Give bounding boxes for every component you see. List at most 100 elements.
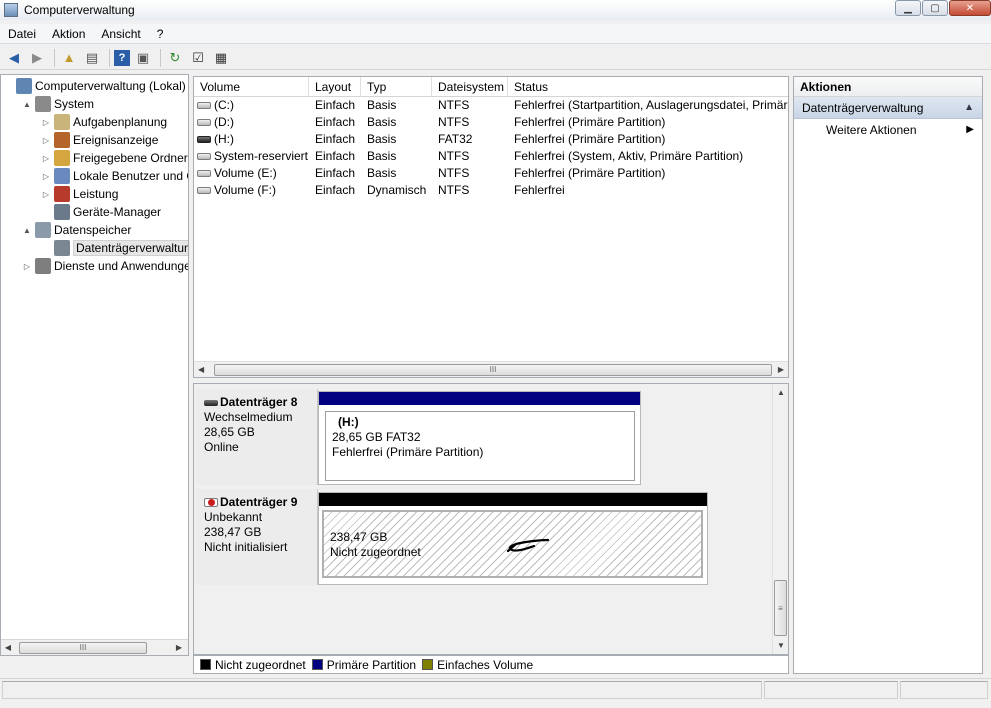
scroll-left-icon[interactable]: ◀ [198, 365, 204, 374]
table-row[interactable]: (H:) Einfach Basis FAT32 Fehlerfrei (Primäre… [194, 131, 788, 148]
column-header-layout[interactable]: Layout [309, 77, 361, 97]
cell-text: Einfach [315, 98, 356, 112]
tree-item[interactable]: ▲ System [22, 95, 94, 113]
clock-icon [54, 114, 70, 130]
tree-item[interactable]: Geräte-Manager [41, 203, 161, 221]
collapse-up-icon[interactable]: ▲ [964, 97, 974, 119]
legend-swatch [200, 659, 211, 670]
disk-pane-vertical-scrollbar[interactable]: ▲ ≡ ▼ [772, 384, 788, 654]
menu-help[interactable]: ? [149, 24, 172, 44]
table-row[interactable]: Volume (E:) Einfach Basis NTFS Fehlerfrei (P… [194, 165, 788, 182]
expand-icon[interactable]: ▷ [41, 190, 51, 199]
up-folder-icon[interactable]: ▲ [59, 48, 79, 68]
collapse-icon[interactable]: ▲ [22, 226, 32, 235]
drive-icon [197, 153, 211, 161]
disk-name: Datenträger 9 [220, 495, 298, 509]
expand-icon[interactable]: ▷ [41, 172, 51, 181]
cell-text: NTFS [438, 149, 470, 163]
show-action-pane-icon[interactable]: ▣ [133, 48, 153, 68]
action-weitere-aktionen[interactable]: Weitere Aktionen ▶ [794, 119, 982, 141]
menu-aktion[interactable]: Aktion [44, 24, 93, 44]
users-icon [54, 168, 70, 184]
collapse-icon[interactable]: ▲ [22, 100, 32, 109]
tree-item[interactable]: ▷ Dienste und Anwendungen [22, 257, 188, 275]
scroll-thumb[interactable]: III [19, 642, 147, 654]
refresh-icon[interactable]: ↻ [165, 48, 185, 68]
cell-text: NTFS [438, 166, 470, 180]
minimize-button[interactable]: ▁ [895, 0, 921, 16]
tree-item[interactable]: Computerverwaltung (Lokal) [3, 77, 186, 95]
legend: Nicht zugeordnet Primäre Partition Einfa… [193, 655, 789, 674]
tree-item[interactable]: ▷ Leistung [41, 185, 118, 203]
expand-icon[interactable]: ▷ [22, 262, 32, 271]
performance-icon [54, 186, 70, 202]
disk-kind: Unbekannt [204, 510, 263, 524]
cell-volume: Volume (E:) [194, 165, 309, 182]
close-button[interactable]: ✕ [949, 0, 991, 16]
partition-unallocated[interactable]: 238,47 GB Nicht zugeordnet [322, 510, 703, 578]
table-row[interactable]: (D:) Einfach Basis NTFS Fehlerfrei (Primäre … [194, 114, 788, 131]
scroll-down-icon[interactable]: ▼ [777, 641, 785, 650]
tree-item-label: Aufgabenplanung [73, 115, 168, 129]
tree-item[interactable]: ▷ Aufgabenplanung [41, 113, 167, 131]
removable-disk-icon [204, 399, 218, 406]
tree-item[interactable]: ▲ Datenspeicher [22, 221, 131, 239]
show-hide-tree-icon[interactable]: ▤ [82, 48, 102, 68]
tree-item[interactable]: ▷ Freigegebene Ordner [41, 149, 188, 167]
help-icon[interactable]: ? [114, 49, 130, 66]
disk-kind: Wechselmedium [204, 410, 293, 424]
scroll-left-icon[interactable]: ◀ [1, 643, 15, 652]
tree-item[interactable]: ▷ Ereignisanzeige [41, 131, 158, 149]
scroll-right-icon[interactable]: ▶ [172, 643, 186, 652]
disk-state: Nicht initialisiert [204, 540, 288, 554]
scroll-thumb[interactable]: ≡ [774, 580, 787, 636]
expand-icon[interactable]: ▷ [41, 136, 51, 145]
column-header-status[interactable]: Status [508, 77, 788, 97]
cell-layout: Einfach [309, 97, 361, 114]
table-row[interactable]: (C:) Einfach Basis NTFS Fehlerfrei (Startpar… [194, 97, 788, 114]
disk-settings-icon[interactable]: ▦ [211, 48, 231, 68]
menu-ansicht[interactable]: Ansicht [93, 24, 148, 44]
maximize-button[interactable]: ▢ [922, 0, 948, 16]
volume-list-horizontal-scrollbar[interactable]: ◀ III ▶ [194, 361, 788, 377]
expand-icon[interactable]: ▷ [41, 154, 51, 163]
disk-graphical-view: Datenträger 8 Wechselmedium 28,65 GB Onl… [193, 383, 789, 655]
partition-h[interactable]: (H:) 28,65 GB FAT32 Fehlerfrei (Primäre … [325, 411, 635, 481]
column-header-volume[interactable]: Volume [194, 77, 309, 97]
cell-layout: Einfach [309, 165, 361, 182]
tree-item[interactable]: ▷ Lokale Benutzer und Gru [41, 167, 188, 185]
cell-status: Fehlerfrei (System, Aktiv, Primäre Parti… [508, 148, 788, 165]
tree-item-label: Geräte-Manager [73, 205, 162, 219]
cell-text: Fehlerfrei (Primäre Partition) [514, 166, 666, 180]
legend-label: Primäre Partition [326, 657, 417, 672]
cell-status: Fehlerfrei [508, 182, 788, 199]
cell-text: Basis [367, 98, 397, 112]
tree-item[interactable]: Datenträgerverwaltung [41, 239, 188, 257]
cell-text: Fehlerfrei (Startpartition, Auslagerungs… [514, 98, 789, 112]
cell-type: Basis [361, 97, 432, 114]
drive-icon [197, 187, 211, 195]
table-row[interactable]: Volume (F:) Einfach Dynamisch NTFS Fehlerfre… [194, 182, 788, 199]
column-header-typ[interactable]: Typ [361, 77, 432, 97]
disk-info-datentraeger-9[interactable]: Datenträger 9 Unbekannt 238,47 GB Nicht … [196, 489, 318, 585]
status-bar [0, 678, 991, 700]
table-row[interactable]: System-reserviert Einfach Basis NTFS Fehlerf… [194, 148, 788, 165]
actions-section-datentraegerverwaltung[interactable]: Datenträgerverwaltung ▲ [794, 97, 982, 119]
menu-datei[interactable]: Datei [0, 24, 44, 44]
cell-text: (C:) [214, 98, 234, 112]
disk-info-datentraeger-8[interactable]: Datenträger 8 Wechselmedium 28,65 GB Onl… [196, 389, 318, 485]
drive-icon [197, 170, 211, 178]
shared-folder-icon [54, 150, 70, 166]
scroll-thumb[interactable]: III [214, 364, 772, 376]
scroll-up-icon[interactable]: ▲ [777, 388, 785, 397]
cell-layout: Einfach [309, 114, 361, 131]
scroll-right-icon[interactable]: ▶ [778, 365, 784, 374]
column-header-dateisystem[interactable]: Dateisystem [432, 77, 508, 97]
cell-layout: Einfach [309, 182, 361, 199]
properties-icon[interactable]: ☑ [188, 48, 208, 68]
tree-horizontal-scrollbar[interactable]: ◀ III ▶ [1, 639, 188, 655]
device-manager-icon [54, 204, 70, 220]
expand-icon[interactable]: ▷ [41, 118, 51, 127]
back-arrow-icon[interactable]: ◀ [4, 48, 24, 68]
forward-arrow-icon[interactable]: ▶ [27, 48, 47, 68]
